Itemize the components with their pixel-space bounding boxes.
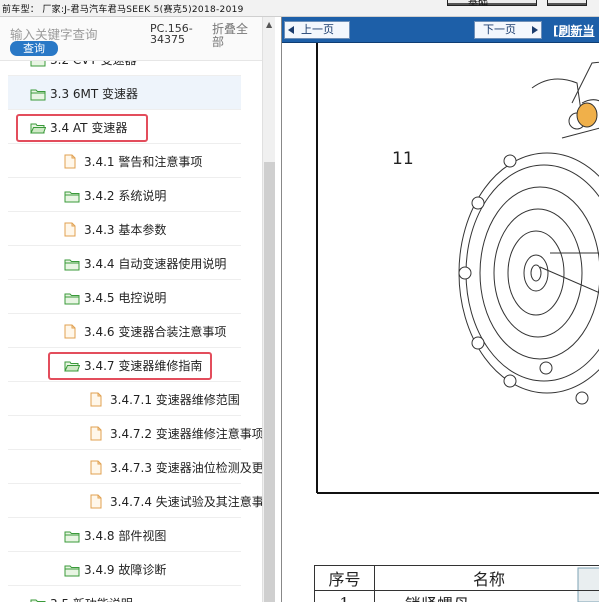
refresh-link[interactable]: [刷新当 <box>553 22 595 39</box>
tree-node[interactable]: 3.4.6 变速器合装注意事项 <box>8 314 241 348</box>
folder-icon <box>64 256 80 271</box>
column-header-name: 名称 <box>374 565 599 591</box>
table-header-row: 序号 名称 <box>314 565 599 591</box>
top-bar: 前车型： 厂家:J-君马汽车君马SEEK 5(赛克5)2018-2019 基础 <box>0 0 599 17</box>
viewer-nav-bar: 上一页 下一页 [刷新当 <box>282 17 599 43</box>
document-viewer: 上一页 下一页 [刷新当 11 序号 名称 <box>281 17 599 602</box>
tree-node[interactable]: 3.4.1 警告和注意事项 <box>8 144 241 178</box>
prev-page-label: 上一页 <box>301 23 334 36</box>
page-icon <box>90 392 106 407</box>
tree-node[interactable]: 3.5 新功能说明 <box>8 586 241 602</box>
highlight-box <box>48 352 212 380</box>
app-window: 前车型： 厂家:J-君马汽车君马SEEK 5(赛克5)2018-2019 基础 … <box>0 0 599 602</box>
folder-icon <box>64 188 80 203</box>
tree-node-label: 3.4.7.3 变速器油位检测及更 <box>110 461 262 475</box>
figure-number: 11 <box>392 149 414 169</box>
prev-page-button[interactable]: 上一页 <box>284 21 350 39</box>
tree-node-label: 3.4.7.1 变速器维修范围 <box>110 393 240 407</box>
tree-node[interactable]: 3.4.5 电控说明 <box>8 280 241 314</box>
tree-node-label: 3.2 CVT 变速器 <box>50 61 137 68</box>
next-page-label: 下一页 <box>483 23 516 36</box>
tree-node[interactable]: 3.4.8 部件视图 <box>8 518 241 552</box>
tree-node[interactable]: 3.4.7.1 变速器维修范围 <box>8 382 241 416</box>
next-page-button[interactable]: 下一页 <box>474 21 542 39</box>
folder-icon <box>64 290 80 305</box>
folder-icon <box>30 596 46 602</box>
tree-node[interactable]: 3.4.4 自动变速器使用说明 <box>8 246 241 280</box>
tree-node-label: 3.5 新功能说明 <box>50 595 133 602</box>
page-icon <box>64 324 80 339</box>
scrollbar-thumb[interactable] <box>264 162 275 602</box>
search-button[interactable]: 查询 <box>10 41 58 56</box>
tree-node-label: 3.4.3 基本参数 <box>84 223 167 237</box>
tree-node-label: 3.4.5 电控说明 <box>84 291 167 305</box>
transmission-drawing <box>316 43 599 602</box>
tree-node[interactable]: 3.4.7.4 失速试验及其注意事 <box>8 484 262 518</box>
column-header-index: 序号 <box>314 565 375 591</box>
prev-arrow-icon <box>288 26 294 34</box>
next-arrow-icon <box>532 26 538 34</box>
tree-node-label: 3.4.7.4 失速试验及其注意事 <box>110 495 262 509</box>
vehicle-info: 前车型： 厂家:J-君马汽车君马SEEK 5(赛克5)2018-2019 <box>2 5 244 15</box>
tree-view: 3.2 CVT 变速器3.3 6MT 变速器3.4 AT 变速器3.4.1 警告… <box>0 61 262 602</box>
pc-code: PC.156-34375 <box>150 22 193 46</box>
folder-icon <box>64 562 80 577</box>
folder-icon <box>30 86 46 101</box>
folder-icon <box>30 61 46 67</box>
folder-icon <box>64 528 80 543</box>
tree-node-label: 3.3 6MT 变速器 <box>50 87 139 101</box>
table-cell: 锁紧螺母 <box>374 590 599 602</box>
diagram-page: 11 <box>282 43 599 602</box>
table-cell: 1 <box>314 590 375 602</box>
tree-node[interactable]: 3.4.7.2 变速器维修注意事项 <box>8 416 262 450</box>
collapse-all-button[interactable]: 折叠全部 <box>212 23 252 49</box>
tree-node-label: 3.4.6 变速器合装注意事项 <box>84 325 227 339</box>
tree-node-label: 3.4.9 故障诊断 <box>84 563 167 577</box>
tree-node-label: 3.4.2 系统说明 <box>84 189 167 203</box>
page-icon <box>90 426 106 441</box>
tree-node-label: 3.4.4 自动变速器使用说明 <box>84 257 227 271</box>
parts-table: 序号 名称 1 锁紧螺母 <box>314 565 599 602</box>
toolbar-button-2[interactable] <box>547 0 587 6</box>
page-icon <box>64 154 80 169</box>
page-icon <box>90 460 106 475</box>
tree-node-label: 3.4.1 警告和注意事项 <box>84 155 203 169</box>
toolbar-button[interactable]: 基础 <box>447 0 537 8</box>
scroll-up-icon[interactable]: ▲ <box>266 20 272 29</box>
tree-node[interactable]: 3.4.7.3 变速器油位检测及更 <box>8 450 262 484</box>
tree-node-label: 3.4.8 部件视图 <box>84 529 167 543</box>
toolbar-button-label: 基础 <box>468 0 488 8</box>
page-icon <box>64 222 80 237</box>
search-area: 输入关键字查询 查询 PC.156-34375 折叠全部 <box>0 17 262 61</box>
tree-node[interactable]: 3.4.3 基本参数 <box>8 212 241 246</box>
sidebar-scrollbar[interactable]: ▲ <box>262 17 275 602</box>
sidebar: 输入关键字查询 查询 PC.156-34375 折叠全部 3.2 CVT 变速器… <box>0 17 275 602</box>
highlight-box <box>16 114 148 142</box>
page-icon <box>90 494 106 509</box>
tree-node[interactable]: 3.3 6MT 变速器 <box>8 76 241 110</box>
tree-node[interactable]: 3.2 CVT 变速器 <box>8 61 241 76</box>
tree-node[interactable]: 3.4.9 故障诊断 <box>8 552 241 586</box>
table-row: 1 锁紧螺母 <box>314 590 599 602</box>
tree-node-label: 3.4.7.2 变速器维修注意事项 <box>110 427 262 441</box>
tree-node[interactable]: 3.4.2 系统说明 <box>8 178 241 212</box>
